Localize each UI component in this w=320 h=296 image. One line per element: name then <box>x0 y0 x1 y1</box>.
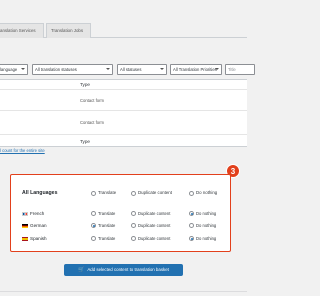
filter-bar: language All translation statuses All st… <box>0 64 255 76</box>
translate-label: Translate <box>98 236 116 241</box>
table-row[interactable]: Contact form <box>0 111 247 135</box>
translate-label: Translate <box>98 223 116 228</box>
word-count-link[interactable]: l count for the entire site <box>0 148 45 154</box>
language-name: German <box>30 223 47 228</box>
table-header-row: Type <box>0 80 247 90</box>
type-column-header: Type <box>80 82 90 87</box>
add-to-basket-button[interactable]: 🛒 Add selected content to translation bas… <box>64 264 183 276</box>
radio-checked-icon <box>91 223 96 228</box>
language-name: Spanish <box>30 236 47 241</box>
translate-label: Translate <box>98 190 117 195</box>
type-cell: Contact form <box>80 98 104 103</box>
add-to-basket-label: Add selected content to translation bask… <box>87 267 169 272</box>
all-languages-label: All Languages <box>22 190 58 196</box>
radio-icon <box>91 236 96 241</box>
tab-translation-services[interactable]: anslation Services <box>0 23 44 38</box>
chevron-down-icon <box>160 68 164 70</box>
priority-filter-value: All Translation Priorities <box>173 67 217 72</box>
page-footer <box>0 291 247 296</box>
chevron-down-icon <box>106 68 110 70</box>
france-flag-icon <box>22 211 28 216</box>
translation-options-panel: All Languages Translate Duplicate conten… <box>10 174 231 252</box>
radio-checked-icon <box>189 236 194 241</box>
tab-translation-jobs[interactable]: Translation Jobs <box>46 23 91 38</box>
radio-icon <box>131 190 136 196</box>
language-row-german: German Translate Duplicate content Do no… <box>11 221 232 230</box>
priority-filter-select[interactable]: All Translation Priorities <box>170 64 222 75</box>
status-filter-value: All statuses <box>120 67 142 72</box>
germany-flag-icon <box>22 223 28 228</box>
tab-bar: anslation Services Translation Jobs <box>0 23 247 38</box>
language-filter-value: language <box>0 67 18 72</box>
do-nothing-label: Do nothing <box>196 190 218 195</box>
duplicate-label: Duplicate content <box>138 236 171 241</box>
language-filter-select[interactable]: language <box>0 64 28 75</box>
radio-icon <box>131 211 136 216</box>
status-filter-select[interactable]: All statuses <box>117 64 167 75</box>
chevron-down-icon <box>21 68 25 70</box>
radio-icon <box>131 236 136 241</box>
do-nothing-label: Do nothing <box>196 236 217 241</box>
title-search-input[interactable]: Title <box>225 64 255 75</box>
language-name: French <box>30 211 45 216</box>
do-nothing-label: Do nothing <box>196 223 217 228</box>
type-column-footer: Type <box>80 139 90 144</box>
cart-icon: 🛒 <box>78 267 85 273</box>
content-table: Type Contact form Contact form Type <box>0 79 247 147</box>
radio-icon <box>189 190 194 196</box>
radio-icon <box>91 190 96 196</box>
radio-checked-icon <box>189 211 194 216</box>
radio-icon <box>131 223 136 228</box>
title-search-placeholder: Title <box>228 67 236 72</box>
translation-status-filter-select[interactable]: All translation statuses <box>32 64 113 75</box>
translation-status-filter-value: All translation statuses <box>35 67 77 72</box>
duplicate-label: Duplicate content <box>138 223 171 228</box>
duplicate-label: Duplicate content <box>138 211 171 216</box>
translate-label: Translate <box>98 211 116 216</box>
table-row[interactable]: Contact form <box>0 90 247 111</box>
duplicate-label: Duplicate content <box>138 190 172 195</box>
table-footer-row: Type <box>0 135 247 148</box>
language-row-spanish: Spanish Translate Duplicate content Do n… <box>11 234 232 243</box>
all-languages-row: All Languages Translate Duplicate conten… <box>11 188 232 198</box>
type-cell: Contact form <box>80 120 104 125</box>
chevron-down-icon <box>215 68 219 70</box>
radio-icon <box>189 223 194 228</box>
do-nothing-label: Do nothing <box>196 211 217 216</box>
radio-icon <box>91 211 96 216</box>
language-row-french: French Translate Duplicate content Do no… <box>11 209 232 218</box>
spain-flag-icon <box>22 236 28 241</box>
